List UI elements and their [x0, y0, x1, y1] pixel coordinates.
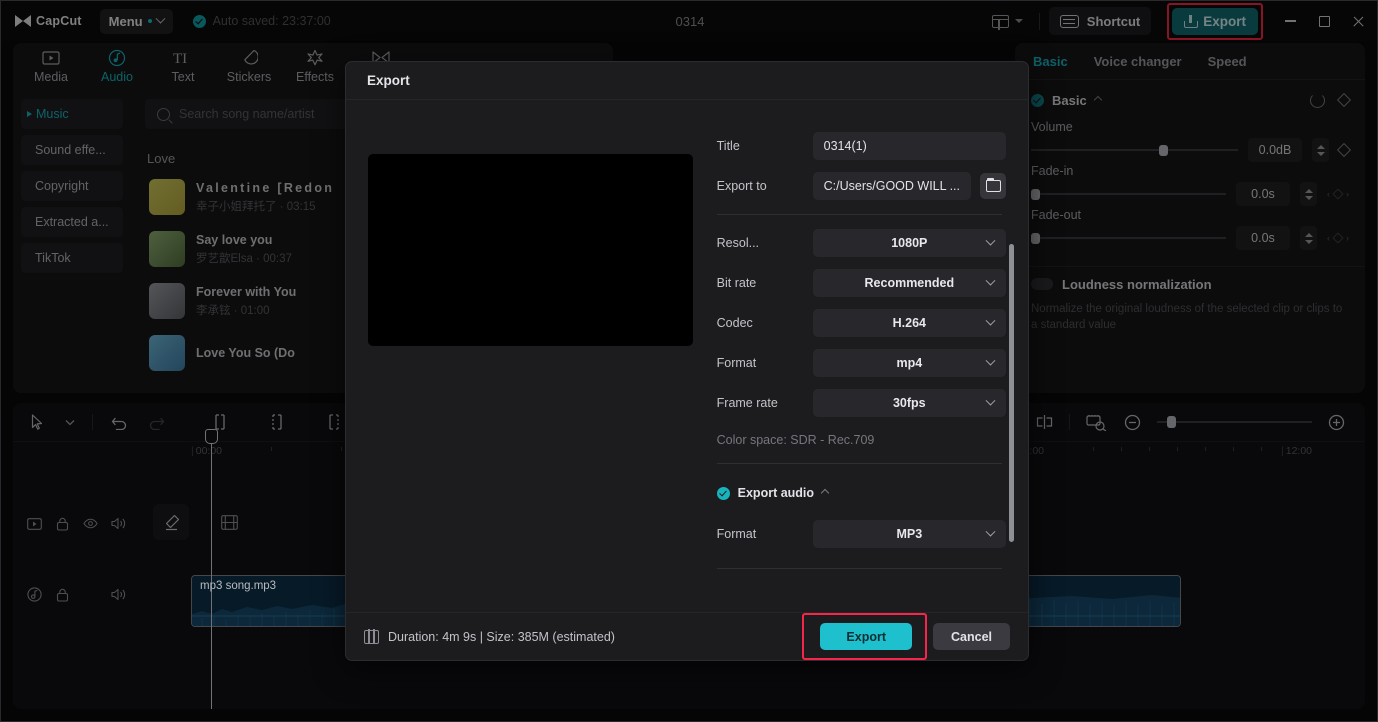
export-dialog-footer: Duration: 4m 9s | Size: 385M (estimated)… [346, 612, 1028, 660]
resolution-field-row: Resol... 1080P [717, 223, 1006, 263]
framerate-field-row: Frame rate 30fps [717, 383, 1006, 423]
export-to-field-row: Export to C:/Users/GOOD WILL ... [717, 166, 1006, 206]
export-dialog-body: Title 0314(1) Export to C:/Users/GOOD WI… [346, 100, 1028, 614]
format-label: Format [717, 356, 813, 370]
chevron-down-icon [986, 395, 996, 405]
capcut-window: CapCut Menu Auto saved: 23:37:00 0314 Sh… [0, 0, 1378, 722]
resolution-select[interactable]: 1080P [813, 229, 1006, 257]
codec-select[interactable]: H.264 [813, 309, 1006, 337]
export-dialog-header: Export [346, 62, 1028, 100]
divider [717, 568, 1002, 569]
scrollbar-thumb[interactable] [1009, 244, 1014, 542]
bitrate-value: Recommended [865, 276, 955, 290]
framerate-value: 30fps [893, 396, 926, 410]
chevron-down-icon [986, 235, 996, 245]
duration-info: Duration: 4m 9s | Size: 385M (estimated) [364, 630, 615, 644]
export-preview [368, 154, 693, 346]
bitrate-label: Bit rate [717, 276, 813, 290]
export-to-input[interactable]: C:/Users/GOOD WILL ... [813, 172, 971, 200]
codec-field-row: Codec H.264 [717, 303, 1006, 343]
framerate-select[interactable]: 30fps [813, 389, 1006, 417]
chevron-down-icon [986, 526, 996, 536]
divider [717, 214, 1002, 215]
resolution-value: 1080P [891, 236, 927, 250]
export-audio-checkbox[interactable] [717, 487, 730, 500]
chevron-up-icon[interactable] [821, 489, 829, 497]
title-input[interactable]: 0314(1) [813, 132, 1006, 160]
bitrate-field-row: Bit rate Recommended [717, 263, 1006, 303]
export-audio-label: Export audio [738, 486, 814, 500]
export-to-label: Export to [717, 179, 813, 193]
codec-value: H.264 [893, 316, 926, 330]
clip-name: mp3 song.mp3 [200, 580, 276, 592]
cancel-button[interactable]: Cancel [933, 623, 1010, 650]
export-confirm-button[interactable]: Export [820, 623, 912, 650]
folder-icon [986, 180, 1001, 192]
title-label: Title [717, 139, 813, 153]
browse-folder-button[interactable] [980, 173, 1006, 199]
chevron-down-icon [986, 355, 996, 365]
framerate-label: Frame rate [717, 396, 813, 410]
audio-format-select[interactable]: MP3 [813, 520, 1006, 548]
audio-format-value: MP3 [896, 527, 922, 541]
export-confirm-highlight: Export [802, 613, 927, 660]
divider [717, 463, 1002, 464]
title-field-row: Title 0314(1) [717, 126, 1006, 166]
resolution-label: Resol... [717, 236, 813, 250]
export-dialog: Export Title 0314(1) Export to C:/Users/… [345, 61, 1029, 661]
export-form: Title 0314(1) Export to C:/Users/GOOD WI… [693, 126, 1006, 614]
chevron-down-icon [986, 275, 996, 285]
film-strip-icon [364, 630, 379, 644]
format-value: mp4 [896, 356, 922, 370]
bitrate-select[interactable]: Recommended [813, 269, 1006, 297]
export-dialog-title: Export [367, 73, 410, 88]
colorspace-text: Color space: SDR - Rec.709 [717, 423, 1006, 447]
duration-text: Duration: 4m 9s | Size: 385M (estimated) [388, 630, 615, 644]
footer-buttons: Export Cancel [802, 613, 1010, 660]
dialog-scrollbar[interactable] [1009, 244, 1014, 542]
export-audio-header: Export audio [717, 472, 1006, 514]
format-field-row: Format mp4 [717, 343, 1006, 383]
audio-format-label: Format [717, 527, 813, 541]
codec-label: Codec [717, 316, 813, 330]
audio-format-field-row: Format MP3 [717, 514, 1006, 554]
format-select[interactable]: mp4 [813, 349, 1006, 377]
chevron-down-icon [986, 315, 996, 325]
